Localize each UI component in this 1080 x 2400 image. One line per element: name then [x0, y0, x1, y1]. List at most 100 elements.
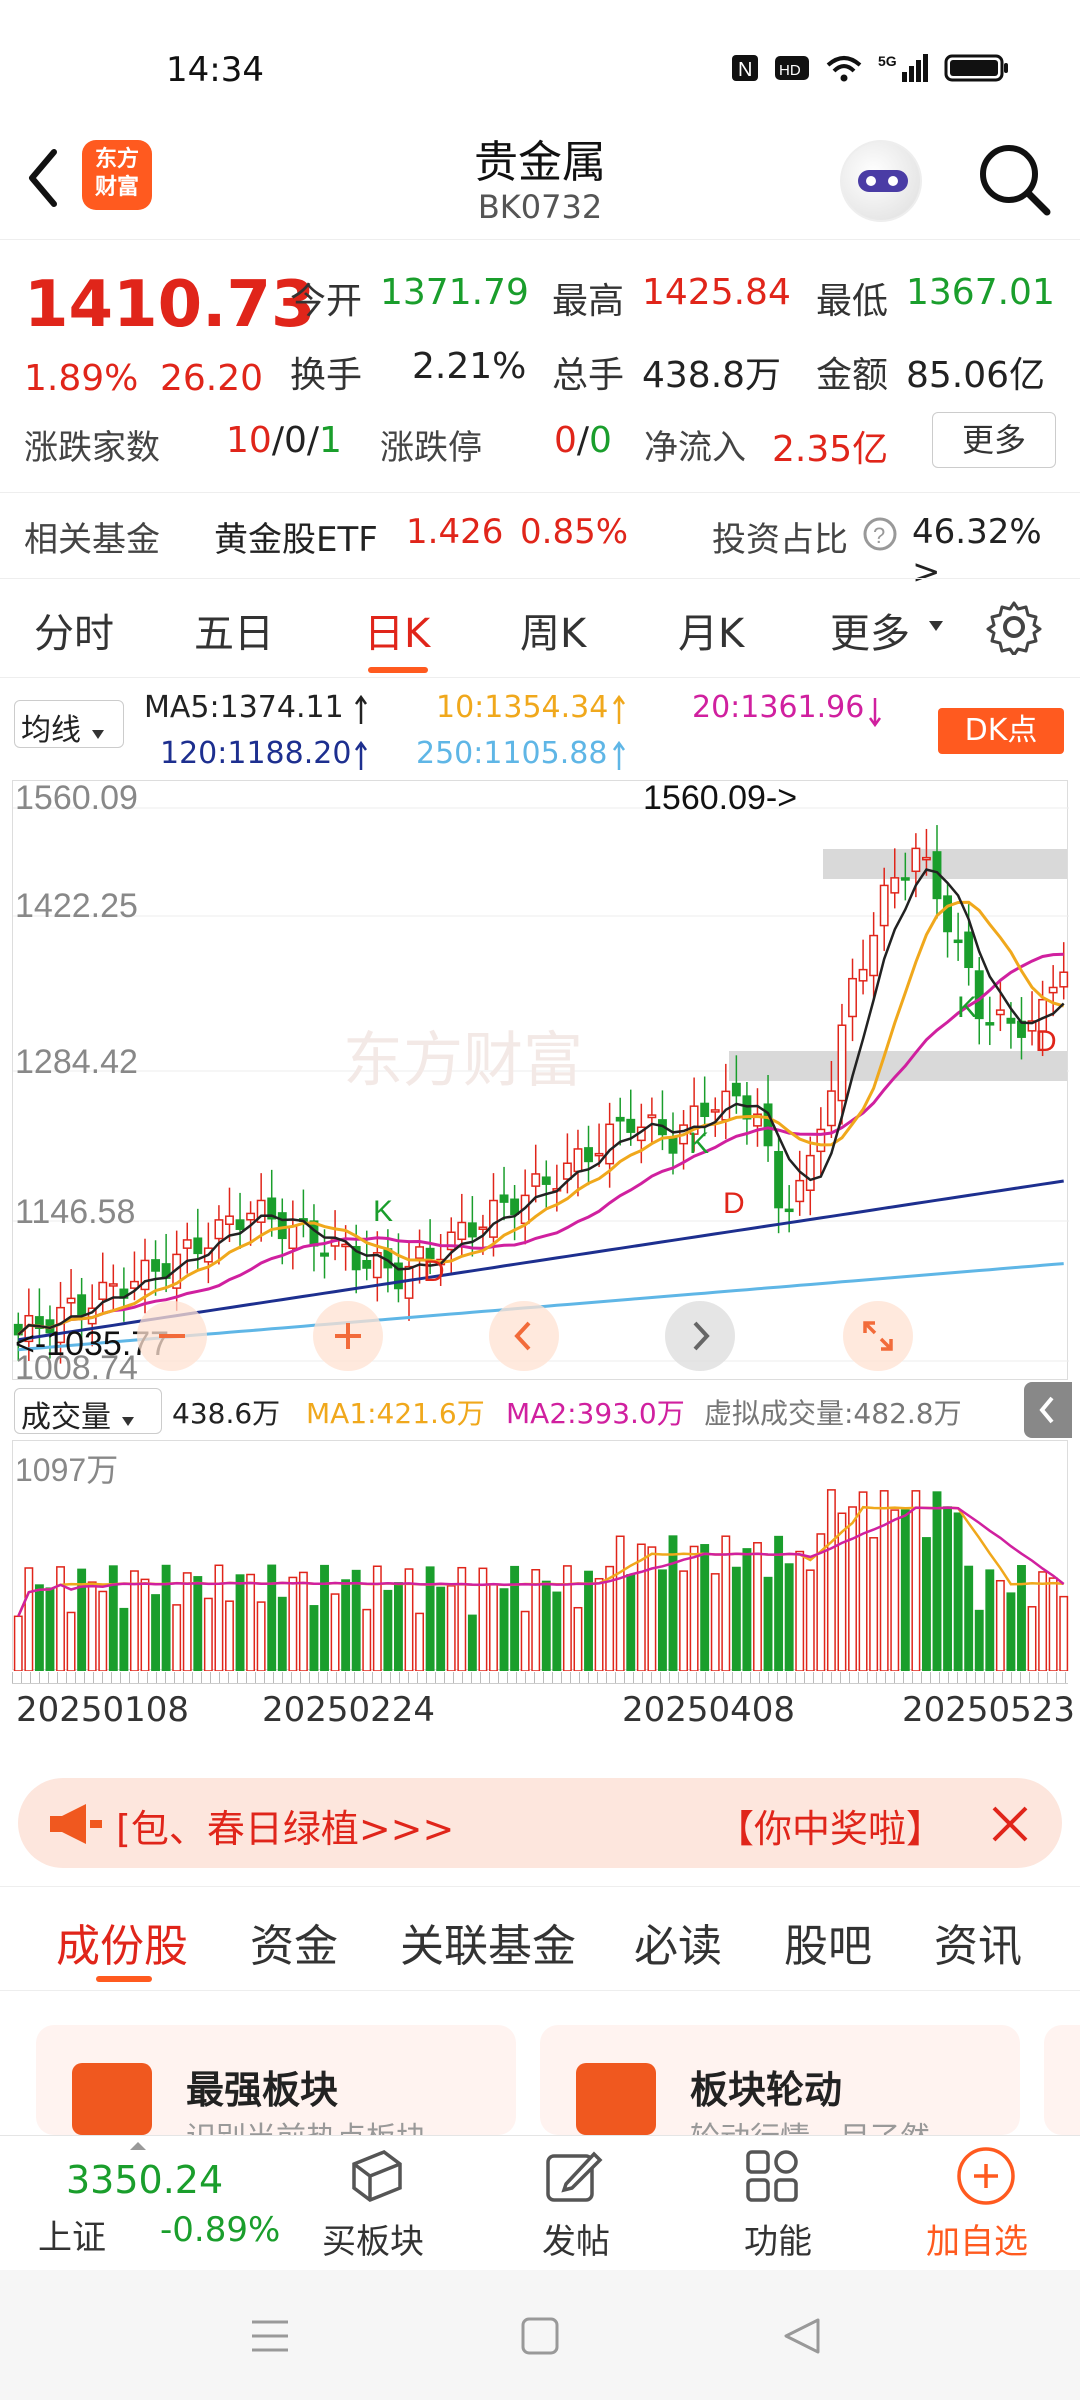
volume-bar: [858, 1491, 868, 1671]
volume-bar: [584, 1570, 593, 1671]
volume-bar: [1038, 1571, 1048, 1671]
buy-sector-button[interactable]: 买板块: [314, 2136, 434, 2271]
chevron-right-icon: [693, 1321, 710, 1351]
amount-value: 85.06亿: [906, 355, 1046, 396]
function-label: 功能: [744, 2222, 812, 2262]
fund-label: 相关基金: [24, 520, 160, 560]
settings-gear-icon[interactable]: [986, 599, 1042, 655]
volume-bar: [721, 1535, 731, 1671]
volume-bar: [151, 1594, 161, 1671]
back-nav-icon[interactable]: [780, 2314, 824, 2358]
chevron-down-icon: [121, 1417, 134, 1426]
help-icon[interactable]: ?: [862, 516, 898, 552]
add-watchlist-label: 加自选: [926, 2222, 1028, 2262]
chevron-down-icon: [91, 730, 104, 739]
virtual-volume: 虚拟成交量:482.8万: [704, 1397, 962, 1430]
tab-constituents[interactable]: 成份股: [56, 1910, 188, 1974]
volume-bar: [372, 1565, 382, 1671]
volume-bar: [351, 1569, 361, 1671]
volume-bar: [848, 1506, 857, 1671]
volume-bar: [615, 1535, 625, 1671]
volume-bar: [13, 1615, 23, 1671]
expand-icon: [863, 1321, 893, 1351]
candle: [404, 1265, 414, 1299]
promo-banner[interactable]: [包、春日绿植>>> 【你中奖啦】: [18, 1778, 1062, 1868]
menu-icon[interactable]: [250, 2316, 290, 2356]
tab-zhouk[interactable]: 周K: [520, 601, 586, 659]
card-strongest-sector[interactable]: 最强板块 识别当前热点板块: [36, 2025, 516, 2156]
tab-news[interactable]: 资讯: [934, 1910, 1022, 1974]
volume-bar: [277, 1596, 287, 1671]
volume-select[interactable]: 成交量: [14, 1388, 162, 1435]
add-watchlist-button[interactable]: 加自选: [920, 2136, 1050, 2271]
tab-fenshi[interactable]: 分时: [34, 601, 114, 659]
search-icon[interactable]: [975, 140, 1053, 218]
volume-bar: [594, 1577, 604, 1671]
tab-wuri[interactable]: 五日: [194, 601, 274, 659]
volume-label: 总手: [552, 355, 625, 396]
wifi-icon: [826, 56, 862, 82]
card-partial[interactable]: [1044, 2025, 1080, 2135]
volume-bar: [341, 1579, 351, 1671]
candle: [182, 1239, 192, 1249]
more-button[interactable]: 更多: [932, 412, 1056, 468]
kline-chart[interactable]: 东方财富 1560.09 1422.25 1284.42 1146.58 100…: [12, 780, 1069, 1381]
volume-bar: [573, 1606, 583, 1671]
tab-funds-flow[interactable]: 资金: [250, 1910, 338, 1974]
active-tab-indicator: [96, 1976, 152, 1982]
candle: [774, 1150, 784, 1209]
home-icon[interactable]: [520, 2316, 560, 2356]
zoom-out-button[interactable]: [137, 1301, 207, 1371]
date-label: 20250408: [622, 1690, 796, 1730]
robot-assistant-icon[interactable]: [840, 140, 922, 222]
volume-bar: [647, 1546, 657, 1671]
scroll-right-button[interactable]: [665, 1301, 735, 1371]
fund-name[interactable]: 黄金股ETF: [214, 512, 378, 561]
index-value[interactable]: 3350.24: [66, 2158, 223, 2202]
volume-bar: [1059, 1595, 1069, 1671]
dk-point-button[interactable]: DK点: [938, 708, 1064, 754]
fullscreen-button[interactable]: [843, 1301, 913, 1371]
candle: [288, 1225, 298, 1250]
index-pct: -0.89%: [160, 2210, 281, 2250]
up-arrow-icon: [612, 740, 626, 770]
volume-bar: [900, 1509, 910, 1671]
tab-must-read[interactable]: 必读: [634, 1910, 722, 1974]
volume-bar: [425, 1566, 435, 1671]
scroll-left-button[interactable]: [489, 1301, 559, 1371]
tab-rik[interactable]: 日K: [364, 601, 430, 659]
volume-chart[interactable]: 1097万: [12, 1440, 1069, 1671]
post-button[interactable]: 发帖: [520, 2136, 620, 2271]
ma-select[interactable]: 均线: [14, 700, 124, 748]
candle: [710, 1109, 720, 1113]
dropdown-icon: [929, 621, 943, 631]
tab-related-funds[interactable]: 关联基金: [400, 1910, 576, 1974]
volume-bar: [541, 1580, 551, 1671]
candle: [531, 1173, 541, 1187]
tab-forum[interactable]: 股吧: [784, 1910, 872, 1974]
minus-icon: [159, 1334, 185, 1338]
candle: [108, 1283, 118, 1287]
ma10-value: 10:1354.34: [436, 690, 609, 725]
collapse-panel-button[interactable]: [1024, 1382, 1072, 1438]
volume-bar: [763, 1576, 773, 1671]
close-icon[interactable]: [988, 1802, 1032, 1846]
volume-bar: [1017, 1565, 1026, 1671]
ma20-value: 20:1361.96: [692, 690, 865, 725]
tab-yuek[interactable]: 月K: [678, 601, 744, 659]
candle: [858, 968, 868, 982]
volume-bar: [1048, 1577, 1058, 1671]
volume-bar: [288, 1576, 298, 1671]
candle: [805, 1154, 815, 1192]
volume-bar: [214, 1564, 224, 1671]
function-button[interactable]: 功能: [722, 2136, 822, 2271]
k-marker: K: [689, 1127, 709, 1160]
tab-more[interactable]: 更多: [830, 601, 910, 659]
card-sector-rotation[interactable]: 板块轮动 轮动行情一目了然: [540, 2025, 1020, 2156]
candle: [721, 1090, 731, 1121]
volume-bar: [56, 1566, 65, 1671]
zoom-in-button[interactable]: [313, 1301, 383, 1371]
plus-icon: [335, 1323, 361, 1349]
date-label: 20250523: [902, 1690, 1076, 1730]
candle: [943, 895, 953, 933]
